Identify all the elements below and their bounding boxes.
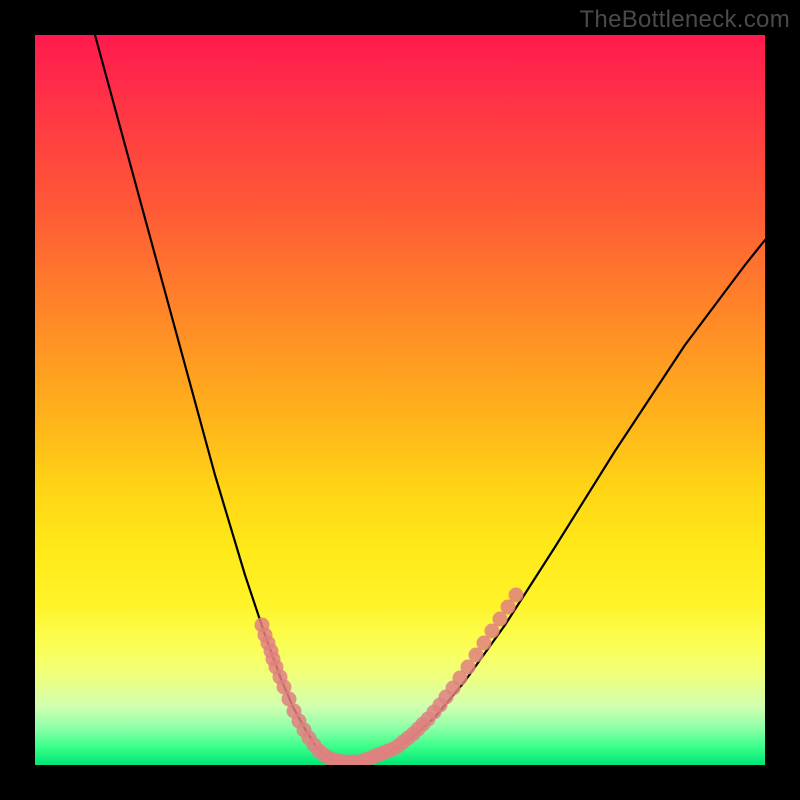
chart-frame: TheBottleneck.com — [0, 0, 800, 800]
watermark-text: TheBottleneck.com — [579, 6, 790, 34]
left-cluster-dots — [255, 618, 367, 766]
plot-area — [35, 35, 765, 765]
right-cluster-dots — [356, 588, 524, 766]
curve-svg — [35, 35, 765, 765]
bottleneck-curve — [95, 35, 765, 762]
